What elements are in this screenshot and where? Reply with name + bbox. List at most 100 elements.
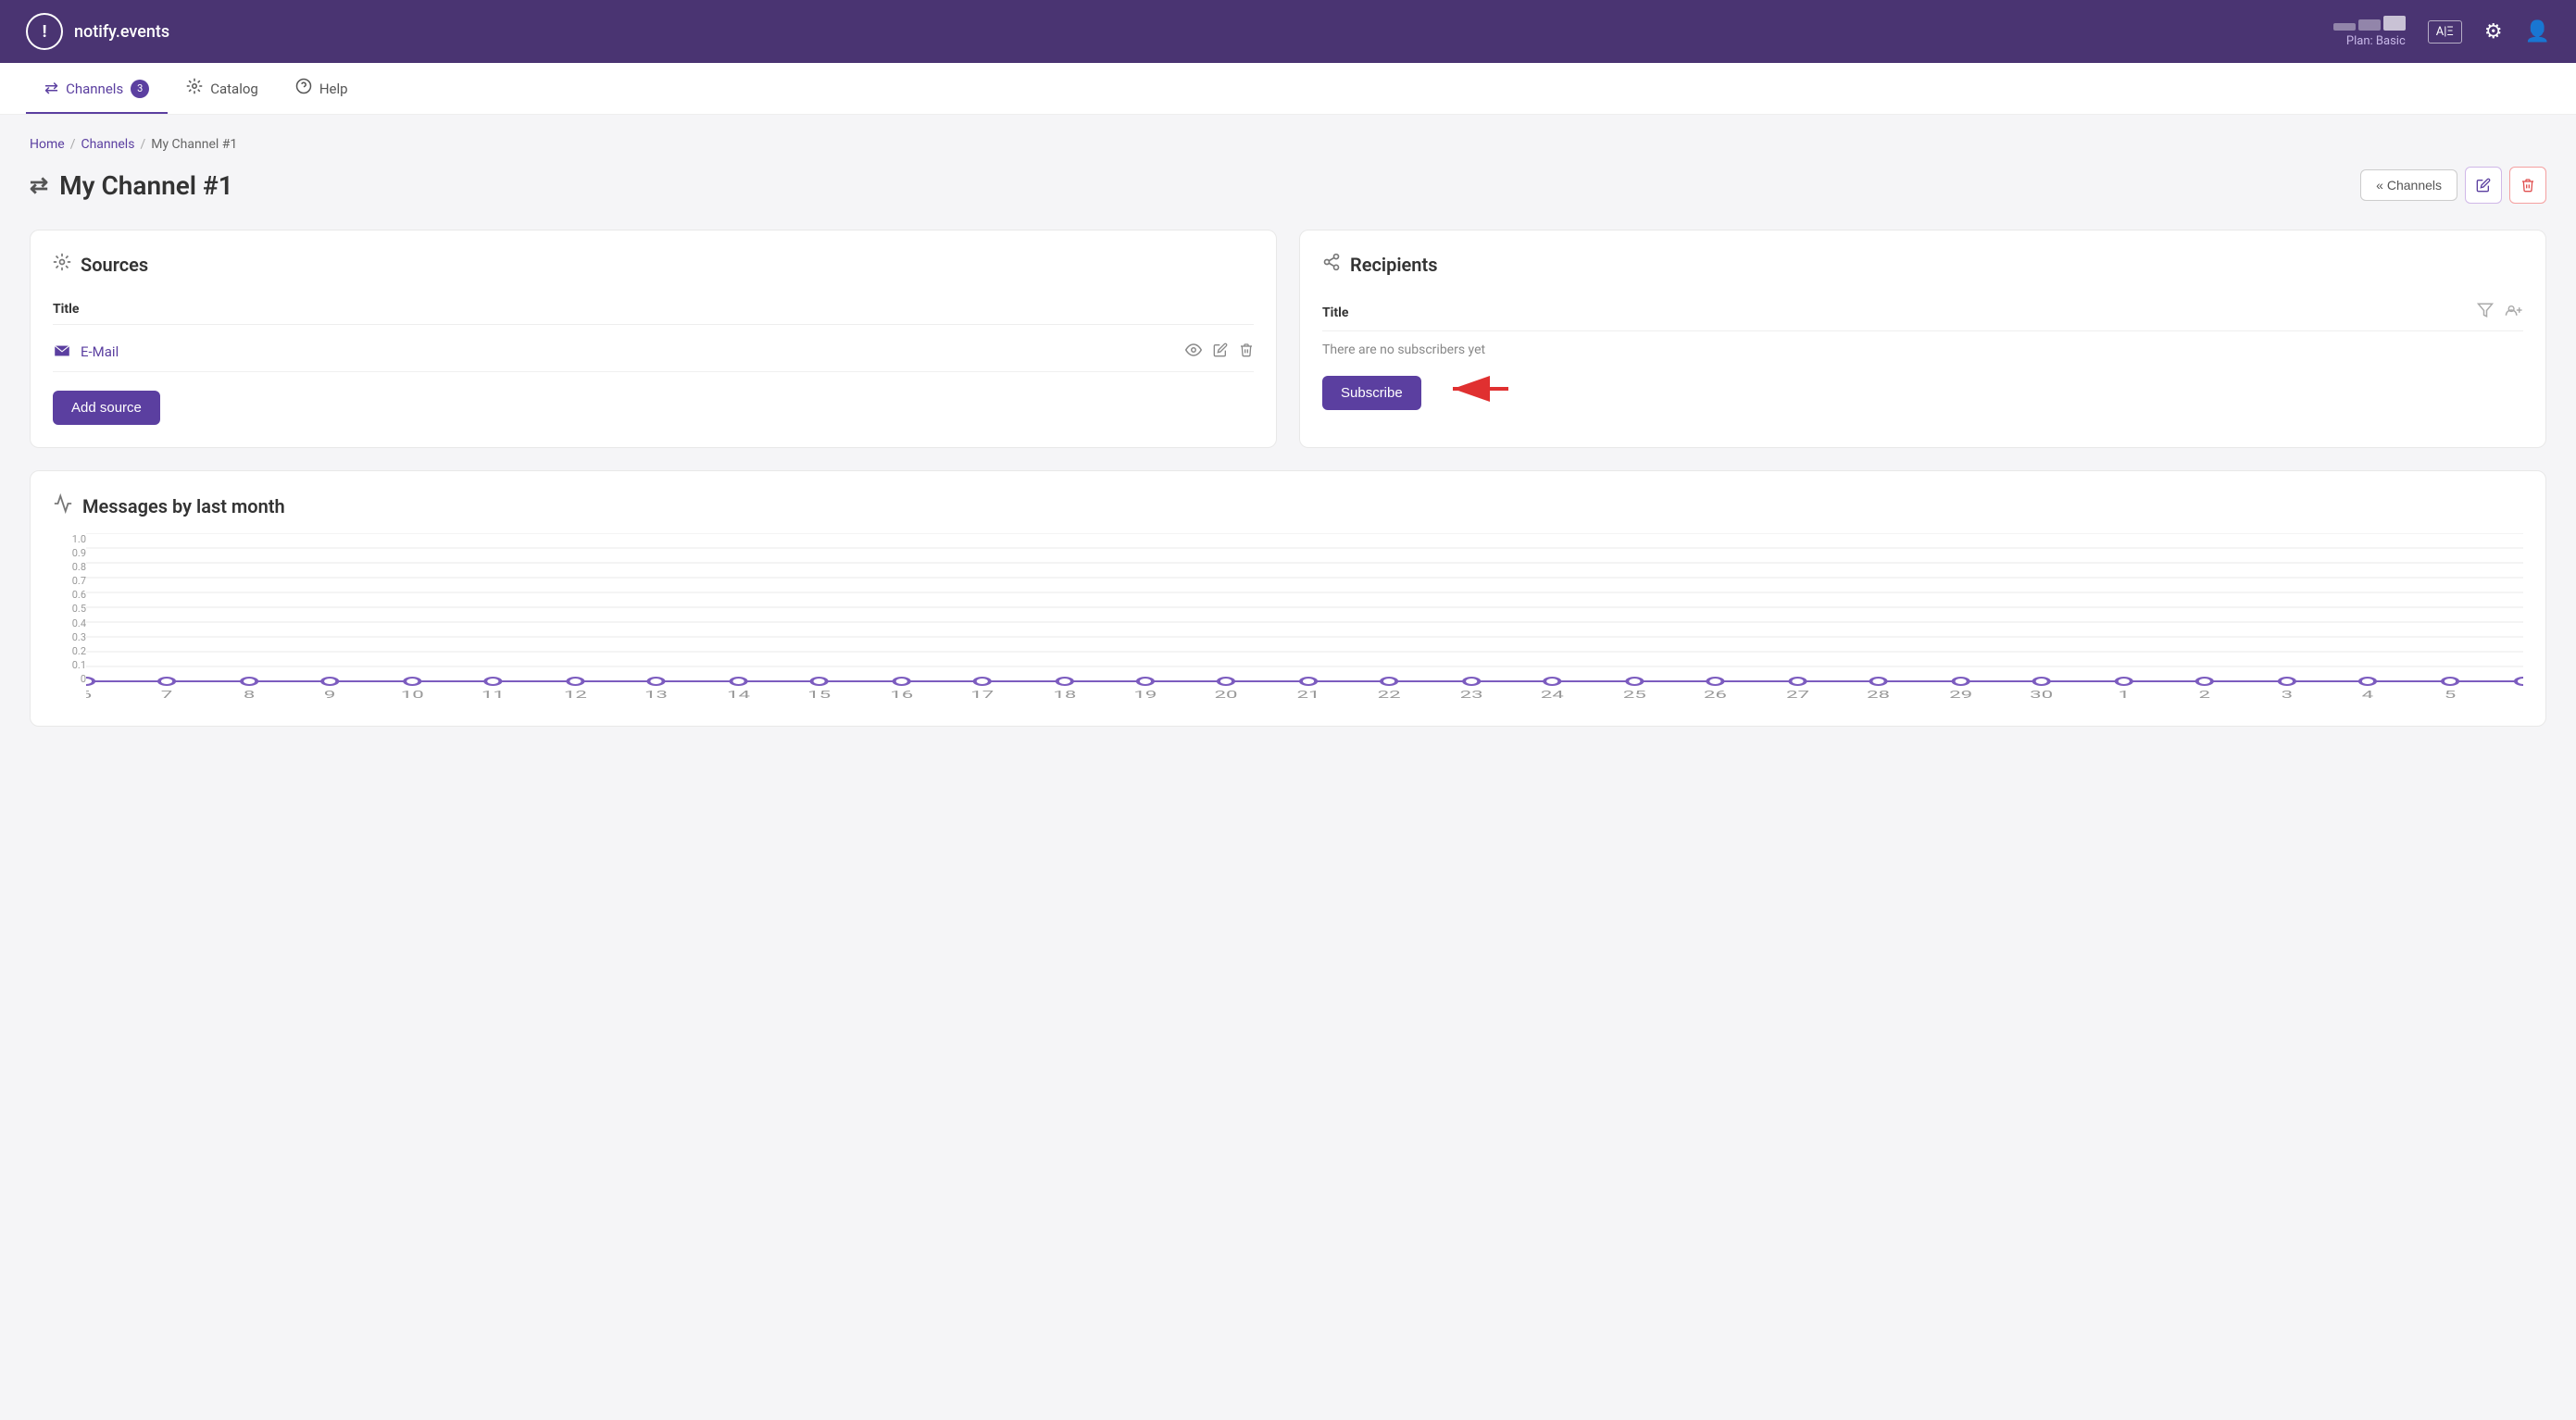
no-subscribers-text: There are no subscribers yet (1322, 343, 2523, 357)
svg-text:18: 18 (1053, 690, 1076, 700)
svg-text:5: 5 (2445, 690, 2457, 700)
nav-catalog-label: Catalog (210, 81, 258, 97)
recipients-card-title: Recipients (1322, 253, 2523, 276)
logo-text: notify.events (74, 22, 169, 42)
translation-button[interactable]: A|Ξ (2428, 20, 2462, 44)
svg-text:9: 9 (324, 690, 336, 700)
plan-bars (2333, 16, 2406, 31)
source-actions (1185, 342, 1254, 362)
add-source-button[interactable]: Add source (53, 391, 160, 425)
catalog-icon (186, 78, 203, 99)
svg-text:24: 24 (1541, 690, 1564, 700)
breadcrumb-home[interactable]: Home (30, 137, 65, 152)
svg-text:19: 19 (1133, 690, 1157, 700)
svg-text:13: 13 (644, 690, 668, 700)
svg-text:14: 14 (727, 690, 750, 700)
email-icon (53, 343, 71, 361)
cards-row: Sources Title E-Mail (30, 230, 2546, 448)
chart-svg: 6 7 8 9 10 11 12 13 14 15 16 17 18 19 20… (86, 533, 2523, 700)
nav-channels-label: Channels (66, 81, 123, 97)
chart-wrapper: 1.0 0.9 0.8 0.7 0.6 0.5 0.4 0.3 0.2 0.1 … (53, 533, 2523, 704)
recipients-icons (2477, 302, 2523, 323)
page-title-text: My Channel #1 (59, 170, 233, 201)
breadcrumb: Home / Channels / My Channel #1 (30, 137, 2546, 152)
svg-text:26: 26 (1704, 690, 1727, 700)
breadcrumb-current: My Channel #1 (151, 137, 237, 152)
settings-icon[interactable]: ⚙ (2484, 20, 2503, 44)
svg-text:4: 4 (2362, 690, 2374, 700)
user-icon[interactable]: 👤 (2525, 20, 2550, 44)
logo-icon: ! (26, 13, 63, 50)
channel-icon: ⇄ (30, 172, 48, 198)
filter-icon[interactable] (2477, 302, 2494, 323)
recipients-card: Recipients Title There are no subscriber… (1299, 230, 2546, 448)
svg-text:23: 23 (1460, 690, 1483, 700)
main-content: Home / Channels / My Channel #1 ⇄ My Cha… (0, 115, 2576, 749)
chart-inner: 6 7 8 9 10 11 12 13 14 15 16 17 18 19 20… (86, 533, 2523, 704)
recipients-icon (1322, 253, 1341, 276)
svg-text:10: 10 (401, 690, 424, 700)
sources-card-title: Sources (53, 253, 1254, 276)
edit-source-icon[interactable] (1213, 343, 1228, 361)
svg-text:21: 21 (1297, 690, 1320, 700)
breadcrumb-channels[interactable]: Channels (81, 137, 134, 152)
plan-bar-3 (2383, 16, 2406, 31)
arrow-icon (1444, 372, 1518, 414)
plan-bar-2 (2358, 19, 2381, 31)
svg-text:28: 28 (1867, 690, 1890, 700)
main-nav: ⇄ Channels 3 Catalog Help (0, 63, 2576, 115)
channels-icon: ⇄ (44, 79, 58, 98)
subscribe-row: Subscribe (1322, 372, 2523, 414)
page-title: ⇄ My Channel #1 (30, 170, 233, 201)
svg-text:2: 2 (2199, 690, 2211, 700)
svg-text:6: 6 (86, 690, 92, 700)
svg-text:11: 11 (481, 690, 505, 700)
sources-title-text: Sources (81, 254, 148, 276)
svg-text:1: 1 (2118, 690, 2130, 700)
logo-area: ! notify.events (26, 13, 169, 50)
chart-icon (53, 493, 73, 518)
nav-catalog[interactable]: Catalog (168, 63, 277, 114)
svg-text:8: 8 (244, 690, 256, 700)
breadcrumb-sep-1: / (70, 137, 76, 152)
svg-text:12: 12 (564, 690, 587, 700)
recipients-title-text: Recipients (1350, 254, 1437, 276)
plan-area: Plan: Basic (2333, 16, 2406, 48)
svg-text:7: 7 (161, 690, 173, 700)
svg-text:25: 25 (1623, 690, 1646, 700)
nav-help-label: Help (319, 81, 348, 97)
edit-channel-button[interactable] (2465, 167, 2502, 204)
svg-text:27: 27 (1786, 690, 1809, 700)
nav-channels[interactable]: ⇄ Channels 3 (26, 63, 168, 114)
sources-table-header: Title (53, 294, 1254, 325)
svg-text:20: 20 (1214, 690, 1237, 700)
plan-bar-1 (2333, 23, 2356, 31)
source-row-email: E-Mail (53, 332, 1254, 372)
chart-title-text: Messages by last month (82, 495, 285, 517)
sources-icon (53, 253, 71, 276)
svg-text:3: 3 (2282, 690, 2294, 700)
recipients-table-header: Title (1322, 294, 2523, 331)
source-email-name: E-Mail (53, 343, 119, 361)
add-recipients-icon[interactable] (2505, 302, 2523, 323)
delete-channel-button[interactable] (2509, 167, 2546, 204)
plan-label: Plan: Basic (2346, 34, 2406, 48)
back-to-channels-button[interactable]: « Channels (2360, 169, 2457, 201)
y-axis: 1.0 0.9 0.8 0.7 0.6 0.5 0.4 0.3 0.2 0.1 … (53, 533, 86, 704)
app-header: ! notify.events Plan: Basic A|Ξ ⚙ 👤 (0, 0, 2576, 63)
help-icon (295, 78, 312, 99)
view-source-icon[interactable] (1185, 342, 1202, 362)
page-title-actions: « Channels (2360, 167, 2546, 204)
page-title-row: ⇄ My Channel #1 « Channels (30, 167, 2546, 204)
source-email-label: E-Mail (81, 343, 119, 360)
subscribe-button[interactable]: Subscribe (1322, 376, 1421, 410)
svg-text:22: 22 (1378, 690, 1401, 700)
recipients-header-label: Title (1322, 305, 1348, 320)
sources-card: Sources Title E-Mail (30, 230, 1277, 448)
chart-card: Messages by last month 1.0 0.9 0.8 0.7 0… (30, 470, 2546, 727)
delete-source-icon[interactable] (1239, 343, 1254, 361)
chart-title: Messages by last month (53, 493, 2523, 518)
svg-text:16: 16 (890, 690, 913, 700)
header-right: Plan: Basic A|Ξ ⚙ 👤 (2333, 16, 2550, 48)
nav-help[interactable]: Help (277, 63, 367, 114)
